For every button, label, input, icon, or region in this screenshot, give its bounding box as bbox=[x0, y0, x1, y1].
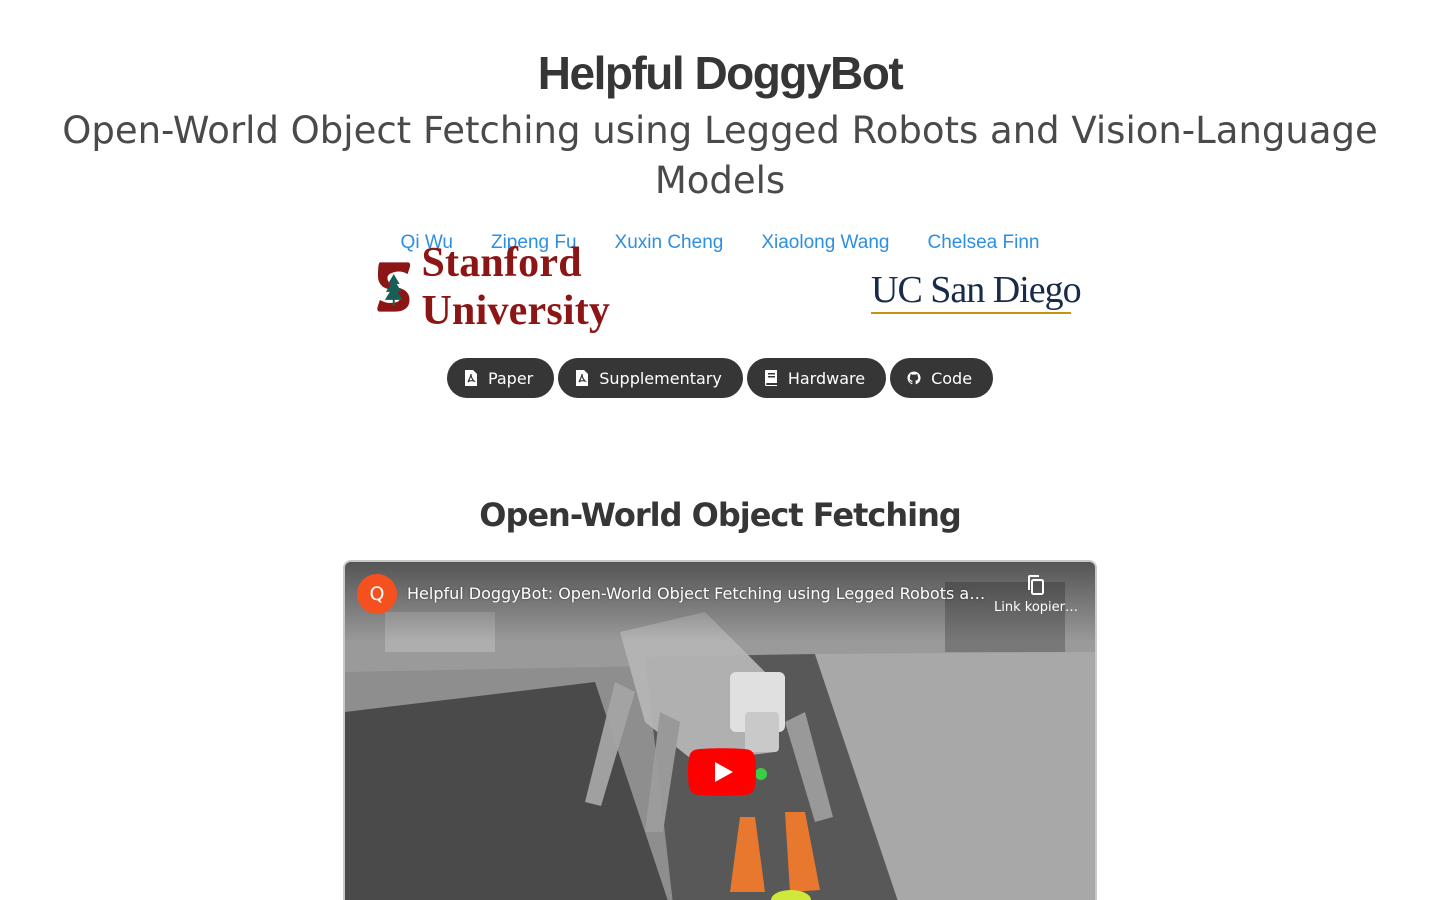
pdf-icon bbox=[464, 370, 478, 386]
stanford-logo: Stanford University bbox=[376, 240, 776, 334]
hardware-button[interactable]: Hardware bbox=[746, 358, 887, 398]
copy-icon bbox=[1026, 574, 1046, 596]
pdf-icon bbox=[575, 370, 589, 386]
video-title[interactable]: Helpful DoggyBot: Open-World Object Fetc… bbox=[407, 584, 987, 603]
resource-links: Paper Supplementary Hardware Code bbox=[0, 358, 1440, 398]
hardware-label: Hardware bbox=[787, 368, 866, 388]
paper-label: Paper bbox=[487, 368, 534, 388]
copy-link-button[interactable]: Link kopier… bbox=[993, 574, 1079, 615]
author-link[interactable]: Xiaolong Wang bbox=[761, 232, 889, 253]
page-title: Helpful DoggyBot bbox=[537, 47, 904, 99]
stanford-tree-icon bbox=[377, 262, 411, 312]
ucsd-wordmark: UC San Diego bbox=[871, 269, 1082, 311]
ucsd-logo: UC San Diego bbox=[871, 268, 1082, 316]
book-icon bbox=[764, 370, 778, 386]
supplementary-button[interactable]: Supplementary bbox=[558, 358, 743, 398]
stanford-wordmark: Stanford University bbox=[421, 240, 611, 334]
channel-avatar[interactable]: Q bbox=[357, 574, 397, 614]
section-title: Open-World Object Fetching bbox=[479, 496, 962, 534]
ucsd-underline bbox=[871, 312, 1071, 314]
copy-link-label: Link kopier… bbox=[994, 600, 1078, 615]
author-link[interactable]: Chelsea Finn bbox=[928, 232, 1040, 253]
code-button[interactable]: Code bbox=[890, 358, 994, 398]
play-button[interactable] bbox=[688, 748, 756, 796]
github-icon bbox=[907, 370, 921, 386]
paper-button[interactable]: Paper bbox=[446, 358, 555, 398]
page-subtitle: Open-World Object Fetching using Legged … bbox=[62, 109, 1378, 202]
code-label: Code bbox=[931, 368, 973, 388]
video-embed[interactable]: Q Helpful DoggyBot: Open-World Object Fe… bbox=[343, 560, 1097, 900]
supplementary-label: Supplementary bbox=[599, 368, 722, 388]
play-icon bbox=[688, 748, 756, 796]
